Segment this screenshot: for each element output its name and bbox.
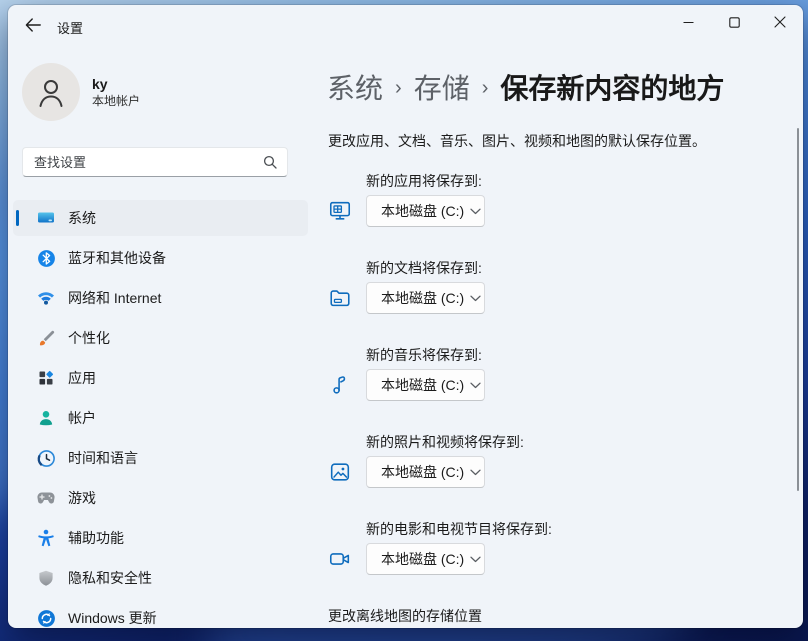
breadcrumb: 系统 › 存储 › 保存新内容的地方 (327, 67, 724, 107)
sidebar-item-accounts[interactable]: 帐户 (13, 400, 308, 436)
section-new-movies: 新的电影和电视节目将保存到: 本地磁盘 (C:) (328, 520, 783, 575)
chevron-down-icon (470, 208, 481, 215)
section-new-music: 新的音乐将保存到: 本地磁盘 (C:) (328, 346, 783, 401)
save-location-sections: 新的应用将保存到: 本地磁盘 (C:) 新的文档将保存到: (328, 172, 783, 628)
profile[interactable]: ky 本地帐户 (22, 63, 140, 121)
dropdown-value: 本地磁盘 (C:) (381, 288, 464, 308)
profile-name: ky (92, 75, 140, 93)
sidebar-item-gaming[interactable]: 游戏 (13, 480, 308, 516)
sidebar-item-personalization[interactable]: 个性化 (13, 320, 308, 356)
section-new-apps: 新的应用将保存到: 本地磁盘 (C:) (328, 172, 783, 227)
sidebar-item-network[interactable]: 网络和 Internet (13, 280, 308, 316)
close-button[interactable] (757, 5, 803, 39)
avatar (22, 63, 80, 121)
movies-tv-icon (328, 547, 352, 571)
personalization-icon (36, 328, 56, 348)
sidebar-item-label: 网络和 Internet (68, 288, 161, 308)
page-title: 保存新内容的地方 (500, 67, 724, 107)
documents-save-location-dropdown[interactable]: 本地磁盘 (C:) (366, 282, 485, 314)
settings-window: 设置 ky 本地帐户 (8, 5, 803, 628)
sidebar-nav: 系统 蓝牙和其他设备 网络和 Internet 个性化 (13, 200, 308, 628)
section-new-documents: 新的文档将保存到: 本地磁盘 (C:) (328, 259, 783, 314)
music-note-icon (328, 373, 352, 397)
section-label: 新的应用将保存到: (366, 172, 783, 191)
sidebar-item-label: 游戏 (68, 488, 96, 508)
dropdown-value: 本地磁盘 (C:) (381, 462, 464, 482)
page-description: 更改应用、文档、音乐、图片、视频和地图的默认保存位置。 (328, 131, 706, 151)
apps-icon (36, 368, 56, 388)
privacy-icon (36, 568, 56, 588)
chevron-down-icon (470, 556, 481, 563)
offline-maps-heading: 更改离线地图的存储位置 (328, 607, 783, 626)
section-label: 新的音乐将保存到: (366, 346, 783, 365)
minimize-button[interactable] (665, 5, 711, 39)
sidebar-item-system[interactable]: 系统 (13, 200, 308, 236)
sidebar-item-privacy[interactable]: 隐私和安全性 (13, 560, 308, 596)
apps-monitor-icon (328, 199, 352, 223)
profile-text: ky 本地帐户 (92, 75, 140, 109)
profile-account-type: 本地帐户 (92, 93, 140, 109)
back-button[interactable] (18, 12, 48, 38)
sidebar-item-label: 帐户 (68, 408, 96, 428)
window-controls (665, 5, 803, 39)
search-box[interactable] (22, 147, 288, 177)
section-label: 新的文档将保存到: (366, 259, 783, 278)
sidebar-item-label: 辅助功能 (68, 528, 124, 548)
photos-save-location-dropdown[interactable]: 本地磁盘 (C:) (366, 456, 485, 488)
chevron-down-icon (470, 295, 481, 302)
sidebar-item-label: 蓝牙和其他设备 (68, 248, 166, 268)
network-icon (36, 288, 56, 308)
sidebar-item-label: 系统 (68, 208, 96, 228)
main-content: 系统 › 存储 › 保存新内容的地方 更改应用、文档、音乐、图片、视频和地图的默… (327, 45, 803, 628)
sidebar-item-accessibility[interactable]: 辅助功能 (13, 520, 308, 556)
close-icon (774, 16, 786, 28)
sidebar-item-apps[interactable]: 应用 (13, 360, 308, 396)
section-label: 新的照片和视频将保存到: (366, 433, 783, 452)
minimize-icon (683, 17, 694, 28)
system-icon (36, 208, 56, 228)
music-save-location-dropdown[interactable]: 本地磁盘 (C:) (366, 369, 485, 401)
time-language-icon (36, 448, 56, 468)
maximize-button[interactable] (711, 5, 757, 39)
back-arrow-icon (25, 18, 41, 32)
maximize-icon (729, 17, 740, 28)
breadcrumb-separator: › (395, 75, 402, 100)
accessibility-icon (36, 528, 56, 548)
breadcrumb-separator: › (482, 75, 489, 100)
photos-icon (328, 460, 352, 484)
breadcrumb-system[interactable]: 系统 (327, 67, 383, 107)
sidebar-item-label: 时间和语言 (68, 448, 138, 468)
chevron-down-icon (470, 382, 481, 389)
apps-save-location-dropdown[interactable]: 本地磁盘 (C:) (366, 195, 485, 227)
app-title: 设置 (57, 18, 83, 37)
sidebar-item-label: 应用 (68, 368, 96, 388)
sidebar-item-windows-update[interactable]: Windows 更新 (13, 600, 308, 628)
sidebar-item-label: 隐私和安全性 (68, 568, 152, 588)
accounts-icon (36, 408, 56, 428)
section-label: 新的电影和电视节目将保存到: (366, 520, 783, 539)
dropdown-value: 本地磁盘 (C:) (381, 375, 464, 395)
search-input[interactable] (23, 155, 263, 170)
person-icon (36, 76, 66, 108)
windows-update-icon (36, 608, 56, 628)
bluetooth-icon (36, 248, 56, 268)
titlebar: 设置 (8, 5, 803, 45)
sidebar-item-label: Windows 更新 (68, 608, 157, 628)
sidebar-item-time-language[interactable]: 时间和语言 (13, 440, 308, 476)
movies-save-location-dropdown[interactable]: 本地磁盘 (C:) (366, 543, 485, 575)
documents-folder-icon (328, 286, 352, 310)
section-new-photos: 新的照片和视频将保存到: 本地磁盘 (C:) (328, 433, 783, 488)
sidebar: ky 本地帐户 系统 蓝牙和其他设备 (8, 45, 318, 628)
sidebar-item-bluetooth[interactable]: 蓝牙和其他设备 (13, 240, 308, 276)
sidebar-item-label: 个性化 (68, 328, 110, 348)
gaming-icon (36, 488, 56, 508)
dropdown-value: 本地磁盘 (C:) (381, 549, 464, 569)
vertical-scrollbar[interactable] (797, 128, 799, 491)
search-icon (263, 155, 277, 169)
chevron-down-icon (470, 469, 481, 476)
breadcrumb-storage[interactable]: 存储 (414, 67, 470, 107)
dropdown-value: 本地磁盘 (C:) (381, 201, 464, 221)
